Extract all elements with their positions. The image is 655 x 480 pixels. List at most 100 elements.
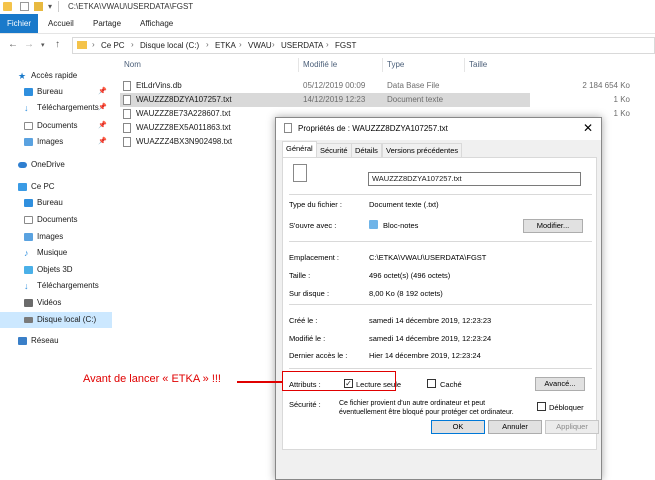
location-value: C:\ETKA\VWAU\USERDATA\FGST — [369, 253, 487, 262]
column-divider[interactable] — [464, 58, 465, 72]
file-type: Document texte — [387, 95, 444, 104]
computer-icon — [18, 183, 27, 191]
chevron-right-icon[interactable]: › — [326, 40, 329, 49]
column-header-taille[interactable]: Taille — [469, 60, 487, 69]
sidebar-item-telechargements-pc[interactable]: ↓ Téléchargements — [0, 278, 112, 294]
sidebar-item-ce-pc[interactable]: Ce PC — [0, 179, 112, 195]
hidden-label: Caché — [440, 380, 462, 389]
pin-icon[interactable]: 📌 — [98, 134, 107, 150]
back-arrow-icon[interactable]: ← — [8, 39, 18, 50]
sidebar-item-label: Réseau — [31, 336, 59, 345]
filename-input[interactable]: WAUZZZ8DZYA107257.txt — [368, 172, 581, 186]
column-divider[interactable] — [382, 58, 383, 72]
sidebar-item-label: Disque local (C:) — [37, 315, 97, 324]
sidebar-item-documents[interactable]: Documents 📌 — [0, 118, 112, 134]
unblock-checkbox[interactable] — [537, 402, 546, 411]
chevron-right-icon[interactable]: › — [272, 40, 275, 49]
tab-securite[interactable]: Sécurité — [316, 143, 352, 157]
up-arrow-icon[interactable]: ↑ — [55, 39, 60, 50]
table-row-selected[interactable]: WAUZZZ8DZYA107257.txt 14/12/2019 12:23 D… — [120, 93, 630, 107]
annotation-highlight-box — [282, 371, 396, 391]
text-file-large-icon — [293, 164, 307, 182]
sidebar-item-objets-3d[interactable]: Objets 3D — [0, 262, 112, 278]
quick-access-dropdown-icon[interactable]: ▾ — [48, 2, 52, 11]
tab-details[interactable]: Détails — [351, 143, 382, 157]
sidebar-item-telechargements[interactable]: ↓ Téléchargements 📌 — [0, 100, 112, 116]
tab-versions-precedentes[interactable]: Versions précédentes — [382, 143, 463, 157]
sidebar-item-label: Bureau — [37, 87, 63, 96]
tab-accueil[interactable]: Accueil — [42, 14, 80, 33]
text-file-icon — [123, 95, 131, 105]
properties-icon[interactable] — [20, 2, 29, 11]
tab-fichier[interactable]: Fichier — [0, 14, 38, 33]
database-file-icon — [123, 81, 131, 91]
sidebar-item-disque-local[interactable]: Disque local (C:) — [0, 312, 112, 328]
sidebar-item-onedrive[interactable]: OneDrive — [0, 157, 112, 173]
divider — [289, 241, 592, 242]
sidebar-item-acces-rapide[interactable]: ★ Accès rapide — [0, 68, 112, 84]
sidebar-item-label: Ce PC — [31, 182, 55, 191]
cloud-icon — [18, 162, 27, 168]
forward-arrow-icon[interactable]: → — [24, 39, 34, 50]
chevron-right-icon[interactable]: › — [206, 40, 209, 49]
cancel-button[interactable]: Annuler — [488, 420, 542, 434]
address-bar[interactable]: › Ce PC › Disque local (C:) › ETKA › VWA… — [72, 37, 655, 54]
pin-icon[interactable]: 📌 — [98, 84, 107, 100]
breadcrumb-disque-local[interactable]: Disque local (C:) — [140, 41, 199, 50]
column-divider[interactable] — [298, 58, 299, 72]
new-folder-icon[interactable] — [34, 2, 43, 11]
apply-button[interactable]: Appliquer — [545, 420, 599, 434]
avance-button[interactable]: Avancé... — [535, 377, 585, 391]
sidebar-item-label: Musique — [37, 248, 68, 257]
column-header-type[interactable]: Type — [387, 60, 404, 69]
breadcrumb-fgst[interactable]: FGST — [335, 41, 356, 50]
column-header-nom[interactable]: Nom — [124, 60, 141, 69]
sidebar-item-label: Documents — [37, 215, 78, 224]
file-type: Data Base File — [387, 81, 440, 90]
sidebar-item-images-pc[interactable]: Images — [0, 229, 112, 245]
breadcrumb-etka[interactable]: ETKA — [215, 41, 236, 50]
sidebar-item-bureau-pc[interactable]: Bureau — [0, 195, 112, 211]
tab-partage[interactable]: Partage — [87, 14, 127, 33]
pictures-icon — [24, 138, 33, 146]
desktop-icon — [24, 199, 33, 207]
tab-general[interactable]: Général — [282, 141, 317, 158]
sidebar-item-musique[interactable]: ♪ Musique — [0, 245, 112, 261]
chevron-right-icon[interactable]: › — [92, 40, 95, 49]
sidebar-item-documents-pc[interactable]: Documents — [0, 212, 112, 228]
download-arrow-icon: ↓ — [24, 103, 29, 113]
file-name: EtLdrVins.db — [136, 81, 182, 90]
star-icon: ★ — [18, 71, 27, 81]
chevron-right-icon[interactable]: › — [131, 40, 134, 49]
unblock-label: Débloquer — [549, 403, 584, 412]
title-divider — [58, 1, 59, 12]
column-header-modifie[interactable]: Modifié le — [303, 60, 337, 69]
sidebar-item-images[interactable]: Images 📌 — [0, 134, 112, 150]
sidebar-item-label: Téléchargements — [37, 103, 99, 112]
hidden-checkbox[interactable] — [427, 379, 436, 388]
breadcrumb-userdata[interactable]: USERDATA — [281, 41, 323, 50]
address-row: ← → ▾ ↑ › Ce PC › Disque local (C:) › ET… — [0, 34, 655, 56]
pin-icon[interactable]: 📌 — [98, 100, 107, 116]
table-row[interactable]: EtLdrVins.db 05/12/2019 00:09 Data Base … — [120, 79, 630, 93]
sidebar-item-reseau[interactable]: Réseau — [0, 333, 112, 349]
chevron-right-icon[interactable]: › — [239, 40, 242, 49]
recent-locations-icon[interactable]: ▾ — [41, 41, 45, 49]
breadcrumb-ce-pc[interactable]: Ce PC — [101, 41, 125, 50]
breadcrumb-vwau[interactable]: VWAU — [248, 41, 272, 50]
sidebar-item-videos[interactable]: Vidéos — [0, 295, 112, 311]
pin-icon[interactable]: 📌 — [98, 118, 107, 134]
file-size: 2 184 654 Ko — [582, 81, 630, 90]
sidebar-item-bureau[interactable]: Bureau 📌 — [0, 84, 112, 100]
accessed-value: Hier 14 décembre 2019, 12:23:24 — [369, 351, 481, 360]
tab-affichage[interactable]: Affichage — [134, 14, 179, 33]
sidebar-item-label: Accès rapide — [31, 71, 78, 80]
close-icon[interactable]: ✕ — [583, 121, 593, 135]
sidebar-item-label: OneDrive — [31, 160, 65, 169]
text-file-icon — [284, 123, 292, 133]
dialog-titlebar[interactable]: Propriétés de : WAUZZZ8DZYA107257.txt ✕ — [276, 118, 601, 140]
window-title: C:\ETKA\VWAU\USERDATA\FGST — [68, 2, 194, 11]
file-name: WAUZZZ8E73A228607.txt — [136, 109, 231, 118]
ok-button[interactable]: OK — [431, 420, 485, 434]
modifier-button[interactable]: Modifier... — [523, 219, 583, 233]
